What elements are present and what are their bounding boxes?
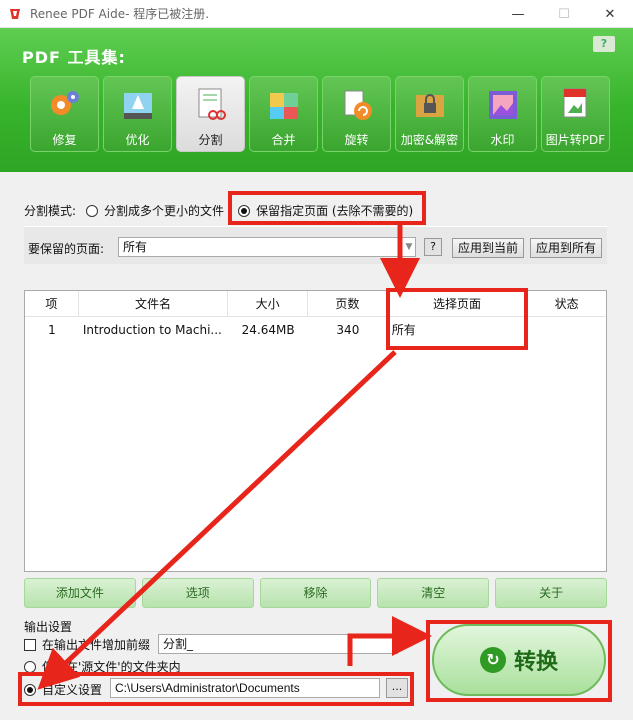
lock-folder-icon — [408, 83, 452, 127]
tool-header: PDF 工具集: ? 修复 优化 分割 合并 旋转 加密&解密 水印 图片转PD… — [0, 28, 633, 172]
tool-label: 水印 — [490, 133, 515, 147]
watermark-icon — [481, 83, 525, 127]
maximize-icon: ☐ — [558, 6, 570, 22]
repair-gears-icon — [43, 83, 87, 127]
cell-index: 1 — [48, 323, 56, 337]
pages-to-keep-box: 要保留的页面: 所有 ▼ ? 应用到当前 应用到所有 — [24, 226, 607, 264]
tool-optimize[interactable]: 优化 — [103, 76, 172, 152]
option-split-small-files-label[interactable]: 分割成多个更小的文件 — [104, 202, 224, 219]
annotation-box-custom-path — [18, 672, 414, 706]
cell-size: 24.64MB — [241, 323, 295, 337]
prefix-input[interactable]: 分割_ — [158, 634, 398, 654]
col-pages-header[interactable]: 页数 — [308, 290, 388, 317]
tool-bar: 修复 优化 分割 合并 旋转 加密&解密 水印 图片转PDF — [30, 76, 610, 152]
col-size-header[interactable]: 大小 — [228, 290, 309, 317]
annotation-box-selected-pages — [386, 288, 528, 350]
pages-to-keep-combobox[interactable]: 所有 — [118, 237, 416, 257]
col-status-header[interactable]: 状态 — [527, 291, 606, 317]
radio-split-small-files[interactable] — [86, 204, 99, 217]
tool-rotate[interactable]: 旋转 — [322, 76, 391, 152]
split-mode-label: 分割模式: — [24, 204, 77, 218]
clear-button[interactable]: 清空 — [377, 578, 490, 608]
annotation-box-keep-pages — [228, 191, 426, 225]
tool-split[interactable]: 分割 — [176, 76, 245, 152]
options-button[interactable]: 选项 — [141, 578, 254, 608]
pages-help-button[interactable]: ? — [424, 238, 442, 256]
help-bubble-icon[interactable]: ? — [593, 36, 615, 52]
action-buttons: 添加文件 选项 移除 清空 关于 — [24, 578, 607, 608]
remove-button[interactable]: 移除 — [259, 578, 372, 608]
tool-label: 分割 — [198, 133, 223, 147]
split-scissors-icon — [189, 83, 233, 127]
cell-pages: 340 — [336, 323, 360, 337]
tool-label: 旋转 — [344, 133, 369, 147]
radio-save-source[interactable] — [24, 660, 36, 673]
tool-encrypt[interactable]: 加密&解密 — [395, 76, 464, 152]
about-button[interactable]: 关于 — [495, 578, 607, 608]
prefix-checkbox-label[interactable]: 在输出文件增加前缀 — [42, 636, 150, 653]
apply-current-button[interactable]: 应用到当前 — [452, 238, 524, 258]
pages-to-keep-label: 要保留的页面: — [28, 242, 105, 256]
add-file-button[interactable]: 添加文件 — [24, 578, 136, 608]
tools-title: PDF 工具集: — [22, 48, 126, 67]
app-logo-icon — [10, 8, 20, 19]
col-filename-header[interactable]: 文件名 — [79, 290, 229, 317]
rotate-icon — [335, 83, 379, 127]
tool-label: 加密&解密 — [400, 133, 459, 147]
title-bar: Renee PDF Aide- 程序已被注册. — ☐ ✕ — [0, 0, 633, 28]
tool-label: 修复 — [52, 133, 77, 147]
tool-repair[interactable]: 修复 — [30, 76, 99, 152]
minimize-icon[interactable]: — — [495, 0, 541, 28]
annotation-box-convert — [426, 620, 612, 702]
col-index-header[interactable]: 项 — [25, 290, 79, 317]
apply-all-button[interactable]: 应用到所有 — [530, 238, 602, 258]
window-title: Renee PDF Aide- 程序已被注册. — [30, 7, 210, 21]
tool-image-to-pdf[interactable]: 图片转PDF — [541, 76, 610, 152]
cell-status — [527, 317, 606, 343]
merge-puzzle-icon — [262, 83, 306, 127]
prefix-checkbox[interactable] — [24, 638, 36, 651]
close-icon[interactable]: ✕ — [587, 0, 633, 28]
prefix-row: 在输出文件增加前缀 — [24, 636, 150, 653]
tool-label: 图片转PDF — [545, 133, 606, 147]
tool-label: 合并 — [271, 133, 296, 147]
chevron-down-icon[interactable]: ▼ — [402, 238, 416, 256]
tool-merge[interactable]: 合并 — [249, 76, 318, 152]
tool-label: 优化 — [125, 133, 150, 147]
image-to-pdf-icon — [554, 83, 598, 127]
output-settings-title: 输出设置 — [24, 620, 73, 634]
cell-filename: Introduction to Machi... — [82, 323, 222, 337]
optimize-rocket-icon — [116, 83, 160, 127]
tool-watermark[interactable]: 水印 — [468, 76, 537, 152]
